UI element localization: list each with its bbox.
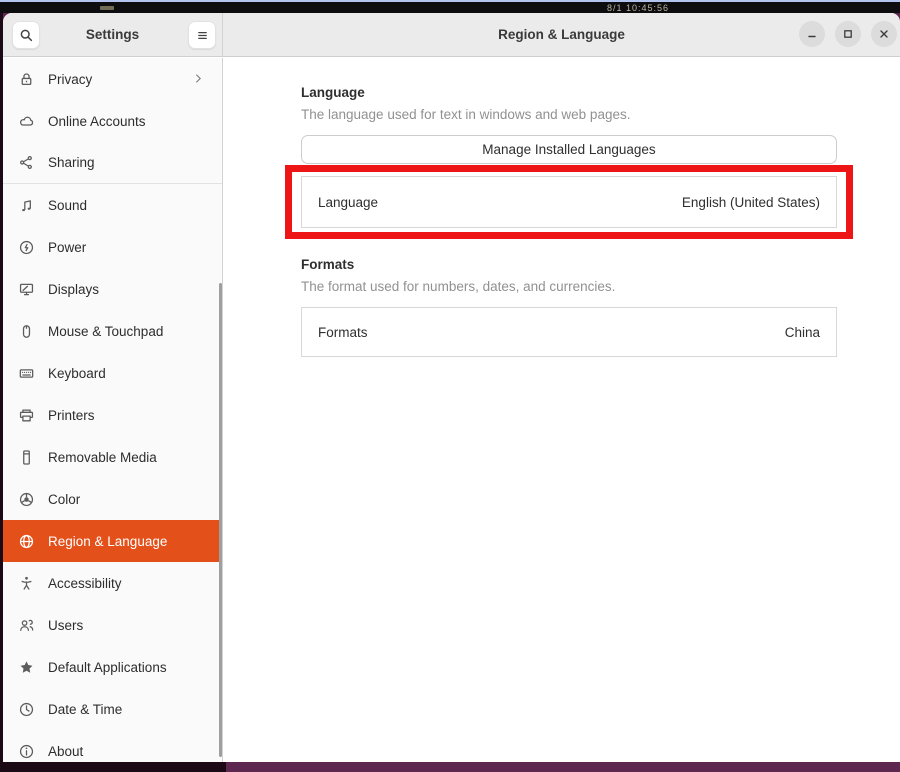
- globe-icon: [18, 533, 35, 550]
- sidebar-item-about[interactable]: About: [3, 730, 222, 762]
- users-icon: [18, 617, 35, 634]
- maximize-button[interactable]: [835, 21, 861, 47]
- hamburger-icon: [194, 27, 211, 44]
- window-header: Settings Region & Language: [3, 13, 900, 57]
- sound-icon: [18, 197, 35, 214]
- sidebar-scrollbar[interactable]: [219, 283, 222, 757]
- language-row-label: Language: [318, 195, 378, 210]
- sidebar-item-displays[interactable]: Displays: [3, 268, 222, 310]
- language-section-title: Language: [301, 85, 837, 100]
- color-wheel-icon: [18, 491, 35, 508]
- star-icon: [18, 659, 35, 676]
- settings-sidebar: Privacy Online Accounts Sharing Sound Po…: [3, 58, 223, 762]
- sidebar-item-mouse-touchpad[interactable]: Mouse & Touchpad: [3, 310, 222, 352]
- red-annotation-box: Language English (United States): [285, 165, 853, 239]
- search-button[interactable]: [12, 21, 40, 49]
- formats-section-title: Formats: [301, 257, 837, 272]
- keyboard-icon: [18, 365, 35, 382]
- sidebar-item-removable-media[interactable]: Removable Media: [3, 436, 222, 478]
- sidebar-title: Settings: [86, 27, 139, 42]
- top-bar-clock: 8/1 10:45:56: [607, 3, 669, 13]
- sidebar-item-color[interactable]: Color: [3, 478, 222, 520]
- cloud-icon: [18, 113, 35, 130]
- language-row-value: English (United States): [682, 195, 820, 210]
- page-title: Region & Language: [498, 27, 625, 42]
- top-bar-highlight-line: [0, 0, 900, 2]
- formats-row-value: China: [785, 325, 820, 340]
- maximize-icon: [840, 26, 856, 42]
- sidebar-item-users[interactable]: Users: [3, 604, 222, 646]
- share-icon: [18, 154, 35, 171]
- mouse-icon: [18, 323, 35, 340]
- header-sidebar-section: Settings: [3, 13, 223, 56]
- window-controls: [799, 21, 897, 47]
- menu-button[interactable]: [188, 21, 216, 49]
- sidebar-item-region-language[interactable]: Region & Language: [3, 520, 222, 562]
- lock-icon: [18, 71, 35, 88]
- header-content-section: Region & Language: [223, 13, 900, 56]
- desktop-top-bar: 8/1 10:45:56: [0, 0, 900, 13]
- close-button[interactable]: [871, 21, 897, 47]
- sidebar-item-printers[interactable]: Printers: [3, 394, 222, 436]
- power-icon: [18, 239, 35, 256]
- language-section-description: The language used for text in windows an…: [301, 107, 837, 122]
- settings-window: Settings Region & Language: [3, 13, 900, 762]
- search-icon: [18, 27, 35, 44]
- chevron-right-icon: [191, 71, 208, 88]
- removable-media-icon: [18, 449, 35, 466]
- formats-row[interactable]: Formats China: [301, 307, 837, 357]
- sidebar-item-power[interactable]: Power: [3, 226, 222, 268]
- sidebar-item-date-time[interactable]: Date & Time: [3, 688, 222, 730]
- minimize-button[interactable]: [799, 21, 825, 47]
- display-icon: [18, 281, 35, 298]
- manage-installed-languages-button[interactable]: Manage Installed Languages: [301, 135, 837, 164]
- desktop-bottom-strip-dark: [0, 762, 226, 772]
- info-icon: [18, 743, 35, 760]
- language-row[interactable]: Language English (United States): [301, 176, 837, 228]
- sidebar-item-default-applications[interactable]: Default Applications: [3, 646, 222, 688]
- close-icon: [876, 26, 892, 42]
- desktop-bottom-strip: [0, 762, 900, 772]
- top-bar-icon-fragment: [100, 6, 114, 10]
- sidebar-item-keyboard[interactable]: Keyboard: [3, 352, 222, 394]
- sidebar-item-online-accounts[interactable]: Online Accounts: [3, 100, 222, 142]
- clock-icon: [18, 701, 35, 718]
- formats-row-label: Formats: [318, 325, 368, 340]
- region-language-panel: Language The language used for text in w…: [224, 58, 900, 762]
- printer-icon: [18, 407, 35, 424]
- accessibility-icon: [18, 575, 35, 592]
- sidebar-item-accessibility[interactable]: Accessibility: [3, 562, 222, 604]
- minimize-icon: [804, 26, 820, 42]
- formats-section-description: The format used for numbers, dates, and …: [301, 279, 837, 294]
- sidebar-item-privacy[interactable]: Privacy: [3, 58, 222, 100]
- sidebar-item-sharing[interactable]: Sharing: [3, 142, 222, 184]
- sidebar-item-sound[interactable]: Sound: [3, 184, 222, 226]
